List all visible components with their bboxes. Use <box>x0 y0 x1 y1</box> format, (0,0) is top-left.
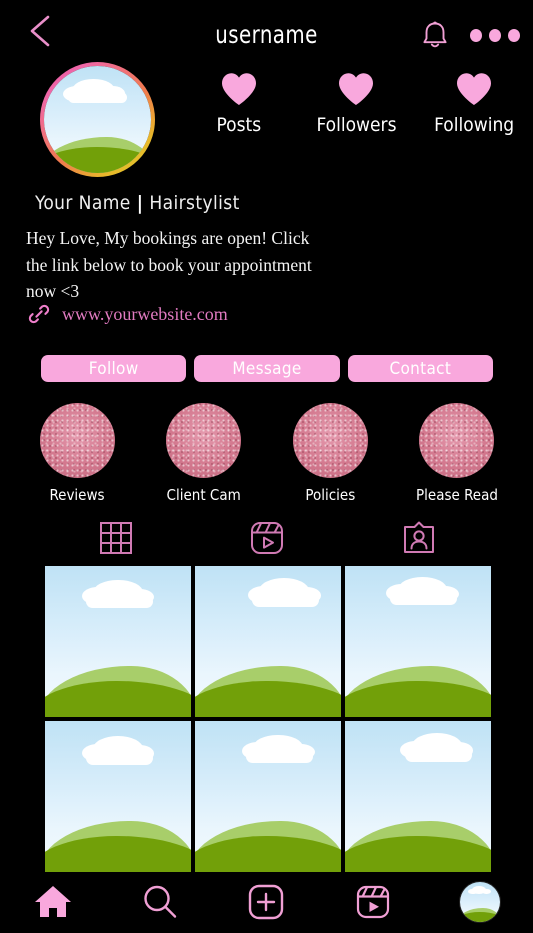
more-dots-icon <box>508 28 520 42</box>
nav-reels[interactable] <box>338 877 408 927</box>
cloud-icon <box>404 748 473 762</box>
reels-icon <box>356 885 390 918</box>
heart-icon <box>457 73 492 105</box>
highlight-reviews[interactable]: Reviews <box>32 403 122 504</box>
website-link[interactable]: www.yourwebsite.com <box>27 302 228 326</box>
nav-search[interactable] <box>125 877 195 927</box>
bio-text: Hey Love, My bookings are open! Click th… <box>26 228 312 302</box>
home-icon <box>35 885 72 917</box>
contact-button[interactable]: Contact <box>347 355 493 382</box>
story-highlights: Reviews Client Cam Policies Please Read <box>32 403 502 504</box>
landscape-placeholder <box>45 566 191 717</box>
display-name: Your Name <box>35 192 131 214</box>
action-buttons: Follow Message Contact <box>41 355 493 382</box>
grid-post[interactable] <box>45 566 191 717</box>
bottom-navigation <box>0 870 533 933</box>
message-button[interactable]: Message <box>194 355 340 382</box>
profile-avatar-icon <box>458 880 501 923</box>
cloud-icon <box>67 91 128 104</box>
cloud-icon <box>246 749 314 764</box>
follow-button[interactable]: Follow <box>41 355 187 382</box>
landscape-placeholder <box>195 566 341 717</box>
highlight-cover <box>39 403 115 478</box>
avatar-image <box>44 66 151 173</box>
heart-icon <box>221 73 256 105</box>
profile-stats: Posts Followers Following <box>180 70 533 136</box>
grid-post[interactable] <box>345 566 491 717</box>
landscape-placeholder <box>45 721 191 872</box>
cloud-icon <box>85 594 154 609</box>
tab-grid[interactable] <box>86 515 146 561</box>
cloud-icon <box>390 591 458 606</box>
grid-post[interactable] <box>195 721 341 872</box>
occupation: Hairstylist <box>149 192 240 214</box>
cloud-icon <box>85 751 154 765</box>
landscape-placeholder <box>195 721 341 872</box>
heart-icon <box>339 73 374 105</box>
name-separator: | <box>136 192 144 214</box>
grid-post[interactable] <box>195 566 341 717</box>
profile-tabs <box>40 515 495 561</box>
highlight-cover <box>292 403 368 478</box>
cloud-icon <box>482 889 491 895</box>
landscape-placeholder <box>459 881 500 922</box>
display-name-line: Your Name | Hairstylist <box>35 192 240 214</box>
more-dots-icon <box>470 28 482 42</box>
highlight-please-read[interactable]: Please Read <box>412 403 502 504</box>
tab-tagged[interactable] <box>389 515 449 561</box>
nav-create[interactable] <box>231 877 301 927</box>
tagged-person-icon <box>404 521 435 553</box>
tab-reels[interactable] <box>237 515 297 561</box>
highlight-cover <box>419 403 495 478</box>
hill-shape <box>459 911 500 922</box>
more-options-button[interactable] <box>470 28 520 42</box>
stat-posts[interactable]: Posts <box>184 70 294 136</box>
stat-label: Following <box>434 114 515 136</box>
link-chain-icon <box>28 304 50 324</box>
search-icon <box>144 885 177 918</box>
landscape-placeholder <box>345 721 491 872</box>
stat-followers[interactable]: Followers <box>301 70 411 136</box>
highlight-cover <box>166 403 242 478</box>
hill-shape <box>44 147 151 173</box>
avatar[interactable] <box>40 62 155 177</box>
notifications-button[interactable] <box>418 18 452 52</box>
plus-square-icon <box>249 884 284 919</box>
highlight-label: Please Read <box>416 486 498 504</box>
highlight-label: Policies <box>305 486 356 504</box>
website-link-text: www.yourwebsite.com <box>62 303 228 324</box>
highlight-label: Reviews <box>49 486 105 504</box>
stat-following[interactable]: Following <box>419 70 529 136</box>
bell-icon <box>423 21 447 48</box>
stat-label: Followers <box>316 114 397 136</box>
photo-grid <box>45 566 495 872</box>
reels-icon <box>251 522 284 554</box>
more-dots-icon <box>489 28 501 42</box>
highlight-client-cam[interactable]: Client Cam <box>159 403 249 504</box>
highlight-label: Client Cam <box>166 486 241 504</box>
grid-post[interactable] <box>45 721 191 872</box>
top-bar: username <box>0 0 533 62</box>
nav-home[interactable] <box>18 877 88 927</box>
grid-icon <box>99 522 132 554</box>
landscape-placeholder <box>345 566 491 717</box>
grid-post[interactable] <box>345 721 491 872</box>
highlight-policies[interactable]: Policies <box>285 403 375 504</box>
nav-profile[interactable] <box>445 877 515 927</box>
landscape-placeholder <box>44 66 151 173</box>
cloud-icon <box>251 593 320 607</box>
stat-label: Posts <box>216 114 262 136</box>
